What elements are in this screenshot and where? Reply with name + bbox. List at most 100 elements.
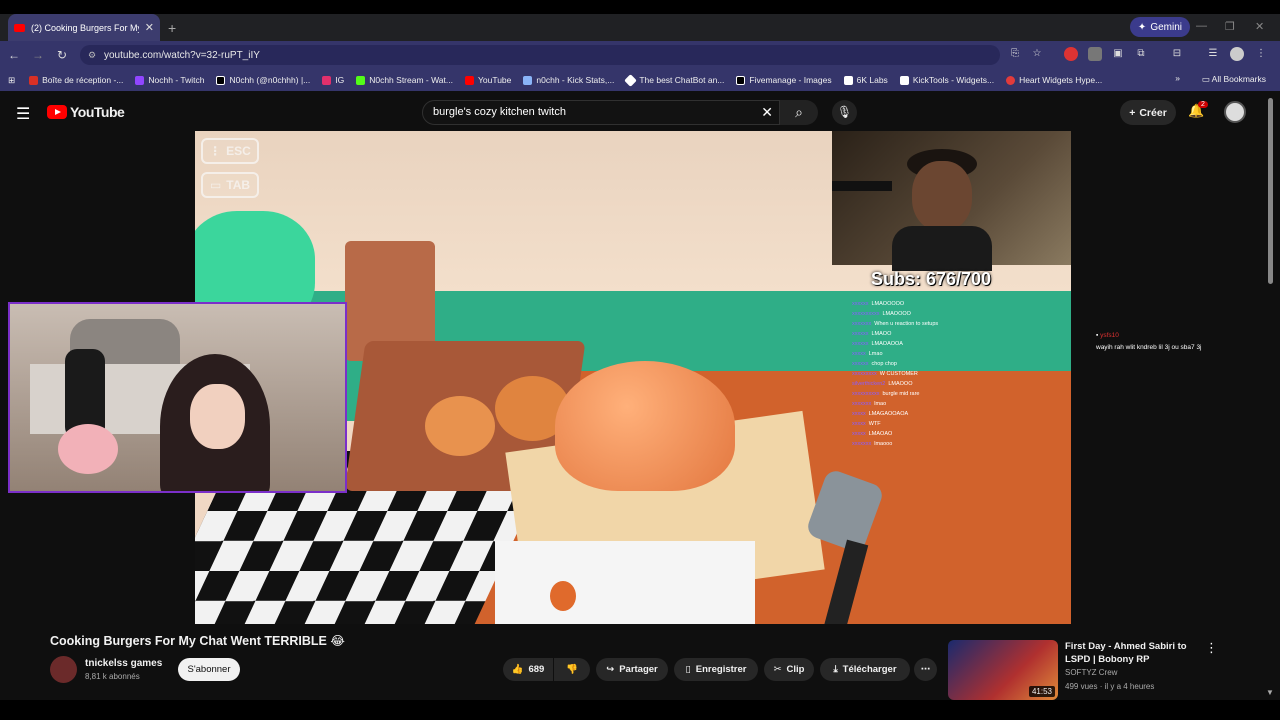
twitch-icon [135, 75, 145, 85]
url-text: youtube.com/watch?v=32-ruPT_iIY [104, 49, 260, 61]
voice-search-button[interactable]: 🎙 [832, 100, 857, 125]
channel-name[interactable]: tnickelss games [85, 658, 162, 669]
video-title: Cooking Burgers For My Chat Went TERRIBL… [50, 634, 345, 648]
new-tab-button[interactable]: + [168, 20, 176, 36]
gemini-sparkle-icon: ✦ [1137, 21, 1147, 33]
bookmark-star-icon[interactable]: ☆ [1030, 47, 1044, 61]
back-icon[interactable]: ← [4, 48, 24, 62]
profile-avatar-icon[interactable] [1230, 47, 1244, 61]
heart-icon [1006, 75, 1016, 85]
extension-media-icon[interactable]: ▣ [1111, 47, 1125, 61]
dots-icon: ⋮ [209, 144, 222, 158]
minimize-icon[interactable]: — [1196, 20, 1207, 32]
site-info-icon[interactable]: ⚙ [88, 50, 96, 61]
chat-line: xxxxxxxxxx burgle mid rare [852, 391, 920, 397]
mic-fluff [58, 424, 118, 474]
window-icon: ▭ [209, 178, 222, 192]
create-button[interactable]: + Créer [1120, 100, 1176, 125]
bookmark-item[interactable]: Boîte de réception -... [29, 75, 123, 85]
bookmark-item[interactable]: KickTools - Widgets... [899, 75, 994, 85]
tab-hint: ▭ TAB [201, 172, 259, 198]
bookmarks-bar: ⊞ Boîte de réception -... Nochh - Twitch… [0, 69, 1280, 91]
clear-search-icon[interactable]: ✕ [761, 101, 773, 124]
all-bookmarks-button[interactable]: ▭ All Bookmarks [1202, 74, 1266, 85]
youtube-play-icon [47, 105, 67, 119]
browser-tab-active[interactable]: (2) Cooking Burgers For My Ch ✕ [8, 14, 160, 41]
streamer-shirt [892, 226, 992, 271]
bookmark-item[interactable]: n0chh - Kick Stats,... [523, 75, 614, 85]
bookmark-item[interactable]: N0chh Stream - Wat... [356, 75, 453, 85]
chat-line: xxxxx LMAOAO [852, 431, 893, 437]
gemini-label: Gemini [1150, 21, 1182, 33]
youtube-header: ☰ YouTube burgle's cozy kitchen twitch ✕… [0, 93, 1280, 131]
recommended-channel[interactable]: SOFTYZ Crew [1065, 668, 1117, 677]
apps-grid-icon[interactable]: ⊞ [8, 75, 15, 86]
install-app-icon[interactable]: ⎘ [1008, 47, 1022, 61]
chat-line: xxxxxx LMAOOOOO [852, 301, 905, 307]
esc-hint: ⋮ ESC [201, 138, 259, 164]
download-icon: ⤓ [833, 664, 838, 675]
thumbs-up-icon: 👍 [511, 664, 524, 675]
bookmark-item[interactable]: N0chh (@n0chhh) |... [216, 75, 310, 85]
gemini-button[interactable]: ✦ Gemini [1129, 17, 1190, 37]
url-bar[interactable]: ⚙ youtube.com/watch?v=32-ruPT_iIY [80, 45, 1000, 65]
bookmark-item[interactable]: 6K Labs [843, 75, 888, 85]
recommended-thumbnail[interactable]: 41:53 [948, 640, 1058, 700]
gmail-icon [29, 75, 39, 85]
channel-avatar[interactable] [50, 656, 77, 683]
recommended-more-icon[interactable]: ⋮ [1205, 640, 1218, 656]
bookmark-item[interactable]: IG [322, 75, 344, 85]
chat-line: xxxxxx LMAOO [852, 331, 892, 337]
chat-line: xxxxxx LMAOAOOA [852, 341, 903, 347]
more-actions-button[interactable]: ⋯ [914, 658, 937, 681]
chat-line: xxxxxx chop chop [852, 361, 897, 367]
maximize-icon[interactable]: ❐ [1225, 20, 1235, 33]
notification-count-badge: 2 [1198, 101, 1208, 108]
clip-button[interactable]: ✂ Clip [764, 658, 814, 681]
scroll-down-arrow-icon[interactable]: ▼ [1266, 688, 1274, 697]
save-button[interactable]: ▯ Enregistrer [674, 658, 758, 681]
youtube-logo[interactable]: YouTube [47, 104, 125, 120]
mic-arm [832, 181, 892, 191]
like-button[interactable]: 👍 689 [503, 658, 553, 681]
subs-counter: Subs: 676/700 [871, 269, 992, 289]
recommended-title[interactable]: First Day - Ahmed Sabiri to LSPD | Bobon… [1065, 640, 1205, 666]
tiktok-icon [216, 75, 226, 85]
more-bookmarks-icon[interactable]: » [1175, 73, 1180, 83]
search-button[interactable]: ⌕ [780, 100, 818, 125]
bookmark-item[interactable]: The best ChatBot an... [624, 73, 724, 87]
facecam-overlay [8, 302, 347, 493]
close-tab-icon[interactable]: ✕ [145, 21, 154, 34]
stream-chat-overlay: xxxxxx LMAOOOOO xxxxxxxxxx LMAOOOO xxxxxxx… [852, 299, 938, 449]
youtube-favicon-icon [14, 23, 25, 32]
search-input[interactable]: burgle's cozy kitchen twitch ✕ [422, 100, 780, 125]
forward-icon[interactable]: → [28, 48, 48, 62]
tab-search-icon[interactable]: ⊟ [1170, 47, 1184, 61]
dislike-button[interactable]: 👎 [554, 658, 590, 681]
reload-icon[interactable]: ↻ [52, 48, 72, 62]
chat-line: xxxxxxxxxx LMAOOOO [852, 311, 911, 317]
bookmark-item[interactable]: Fivemanage - Images [736, 75, 832, 85]
extension-grey-icon[interactable] [1088, 47, 1102, 61]
kicktools-icon [899, 75, 909, 85]
download-button[interactable]: ⤓ Télécharger [820, 658, 910, 681]
share-arrow-icon: ↪ [606, 664, 615, 675]
bookmark-item[interactable]: Heart Widgets Hype... [1006, 75, 1102, 85]
channel-subscribers: 8,81 k abonnés [85, 672, 140, 681]
page-scrollbar[interactable] [1268, 98, 1273, 284]
scissors-icon: ✂ [773, 664, 782, 675]
hamburger-menu-icon[interactable]: ☰ [16, 104, 30, 124]
bookmark-item[interactable]: YouTube [464, 75, 511, 85]
extension-red-icon[interactable] [1064, 47, 1078, 61]
close-window-icon[interactable]: ✕ [1255, 20, 1264, 33]
chat-line: xxxxx Lmao [852, 351, 883, 357]
kebab-menu-icon[interactable]: ⋮ [1254, 47, 1268, 61]
bookmark-item[interactable]: Nochh - Twitch [135, 75, 204, 85]
subscribe-button[interactable]: S'abonner [178, 658, 240, 681]
extensions-puzzle-icon[interactable]: ⧉ [1134, 47, 1148, 61]
reading-list-icon[interactable]: ☰ [1206, 47, 1220, 61]
share-button[interactable]: ↪ Partager [596, 658, 668, 681]
chat-line: xxxxx WTF [852, 421, 881, 427]
window-bottom-edge [0, 700, 1280, 720]
account-avatar[interactable] [1224, 101, 1246, 123]
